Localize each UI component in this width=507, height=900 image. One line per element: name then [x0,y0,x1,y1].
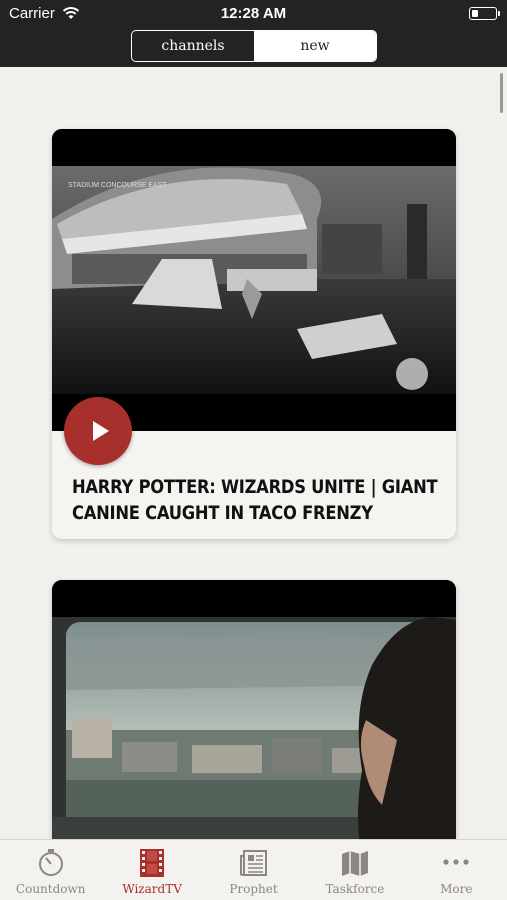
stopwatch-icon [38,849,63,876]
nav-bar: channels new [0,28,507,67]
segment-channels[interactable]: channels [132,31,254,61]
clock: 12:28 AM [220,5,287,22]
video-title[interactable]: HARRY POTTER: WIZARDS UNITE | GIANT CANI… [72,474,442,526]
video-card[interactable] [52,580,456,839]
tab-wizardtv[interactable]: WizardTV [101,840,202,900]
tab-label: WizardTV [122,882,182,896]
segmented-control: channels new [131,30,377,62]
play-button[interactable] [64,397,132,465]
tab-prophet[interactable]: Prophet [203,840,304,900]
tab-more[interactable]: More [406,840,507,900]
play-icon [92,421,109,441]
scroll-indicator [500,73,503,113]
tab-label: Taskforce [325,882,385,896]
video-feed[interactable]: STADIUM CONCOURSE EAST HARRY POTTER: WIZ… [0,67,507,839]
ellipsis-icon [443,859,469,865]
thumbnail-caption: STADIUM CONCOURSE EAST [68,182,167,189]
status-bar: Carrier 12:28 AM [0,0,507,28]
tab-taskforce[interactable]: Taskforce [304,840,405,900]
newspaper-icon [239,850,267,876]
tab-label: Prophet [229,882,278,896]
video-thumbnail[interactable] [52,580,456,839]
battery-icon [469,7,500,20]
tab-label: Countdown [15,882,86,896]
video-card[interactable]: STADIUM CONCOURSE EAST HARRY POTTER: WIZ… [52,129,456,539]
film-strip-icon [140,849,165,877]
tab-countdown[interactable]: Countdown [0,840,101,900]
tab-bar: Countdown WizardTV Prophet Taskforce Mor… [0,839,507,900]
segment-new[interactable]: new [254,31,376,61]
video-thumbnail[interactable]: STADIUM CONCOURSE EAST [52,129,456,431]
map-icon [341,851,368,876]
tab-label: More [440,882,473,896]
